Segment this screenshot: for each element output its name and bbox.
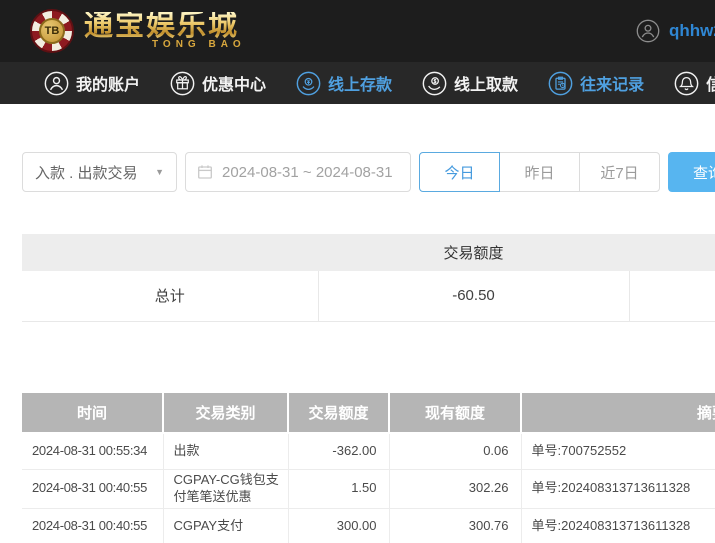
cell-type: CGPAY支付 [163, 508, 288, 543]
col-amount: 交易额度 [288, 393, 389, 433]
nav-label: 线上取款 [454, 71, 518, 95]
logo-title: 通宝娱乐城 [84, 12, 246, 41]
chip-tb-monogram: TB [39, 18, 65, 44]
nav-item-my-account[interactable]: 我的账户 [44, 71, 140, 96]
records-icon [548, 71, 573, 96]
deposit-icon [296, 71, 321, 96]
table-row: 2024-08-31 00:40:55 CGPAY支付 300.00 300.7… [22, 508, 715, 543]
date-range-input[interactable]: 2024-08-31 ~ 2024-08-31 [185, 152, 411, 192]
table-row: 2024-08-31 00:40:55 CGPAY-CG钱包支付笔笔送优惠 1.… [22, 470, 715, 509]
cell-time: 2024-08-31 00:55:34 [22, 433, 163, 470]
cell-summary: 单号:202408313713611328 [521, 508, 715, 543]
date-range-value: 2024-08-31 ~ 2024-08-31 [222, 164, 393, 181]
logo-subtitle: TONG BAO [152, 39, 246, 50]
cell-balance: 0.06 [389, 433, 521, 470]
site-logo[interactable]: TB 通宝娱乐城 TONG BAO [30, 9, 246, 53]
cell-summary: 单号:700752552 [521, 433, 715, 470]
nav-label: 我的账户 [76, 71, 140, 95]
gift-icon [170, 71, 195, 96]
cell-time: 2024-08-31 00:40:55 [22, 508, 163, 543]
top-header: TB 通宝娱乐城 TONG BAO qhhw2 [0, 0, 715, 62]
transactions-table: 时间 交易类别 交易额度 现有额度 摘要 2024-08-31 00:55:34… [22, 393, 715, 543]
nav-item-online-deposit[interactable]: 线上存款 [296, 71, 392, 96]
summary-total-value: -60.50 [318, 271, 629, 321]
col-summary: 摘要 [521, 393, 715, 433]
col-type: 交易类别 [163, 393, 288, 433]
chevron-down-icon: ▼ [155, 167, 164, 177]
summary-header-row: 交易额度 [22, 234, 715, 271]
nav-label: 线上存款 [328, 71, 392, 95]
cell-balance: 302.26 [389, 470, 521, 509]
quick-date-button-group: 今日 昨日 近7日 [419, 152, 660, 192]
summary-total-row: 总计 -60.50 [22, 271, 715, 321]
cell-amount: 300.00 [288, 508, 389, 543]
filter-bar: 入款 . 出款交易 ▼ 2024-08-31 ~ 2024-08-31 今日 昨… [22, 152, 715, 192]
nav-item-messages[interactable]: 信息 [674, 71, 715, 96]
summary-table: 交易额度 总计 -60.50 [22, 234, 715, 322]
cell-amount: 1.50 [288, 470, 389, 509]
bell-icon [674, 71, 699, 96]
summary-empty-cell [629, 271, 715, 321]
last7days-button[interactable]: 近7日 [579, 152, 660, 192]
search-button[interactable]: 查询 [668, 152, 715, 192]
table-row: 2024-08-31 00:55:34 出款 -362.00 0.06 单号:7… [22, 433, 715, 470]
transaction-type-select[interactable]: 入款 . 出款交易 ▼ [22, 152, 177, 192]
today-button[interactable]: 今日 [419, 152, 500, 192]
logo-text: 通宝娱乐城 TONG BAO [84, 12, 246, 50]
summary-header-empty [22, 234, 318, 271]
transaction-records-page: TB 通宝娱乐城 TONG BAO qhhw2 我的账户 优惠中心 [0, 0, 715, 543]
transactions-header-row: 时间 交易类别 交易额度 现有额度 摘要 [22, 393, 715, 433]
transaction-type-value: 入款 . 出款交易 [35, 162, 138, 183]
col-time: 时间 [22, 393, 163, 433]
col-balance: 现有额度 [389, 393, 521, 433]
poker-chip-logo-icon: TB [30, 9, 74, 53]
nav-item-promotions[interactable]: 优惠中心 [170, 71, 266, 96]
cell-type: CGPAY-CG钱包支付笔笔送优惠 [163, 470, 288, 509]
username: qhhw2 [669, 21, 715, 41]
content-area: 入款 . 出款交易 ▼ 2024-08-31 ~ 2024-08-31 今日 昨… [0, 152, 715, 543]
summary-header-amount: 交易额度 [318, 234, 629, 271]
summary-header-empty [629, 234, 715, 271]
main-nav: 我的账户 优惠中心 线上存款 线上取款 往来记录 [0, 62, 715, 104]
nav-label: 信息 [706, 71, 715, 95]
nav-label: 往来记录 [580, 71, 644, 95]
withdraw-icon [422, 71, 447, 96]
cell-time: 2024-08-31 00:40:55 [22, 470, 163, 509]
cell-amount: -362.00 [288, 433, 389, 470]
summary-total-label: 总计 [22, 271, 318, 321]
user-account-area[interactable]: qhhw2 [636, 19, 715, 43]
calendar-icon [197, 164, 213, 180]
yesterday-button[interactable]: 昨日 [499, 152, 580, 192]
user-icon [636, 19, 660, 43]
cell-balance: 300.76 [389, 508, 521, 543]
cell-type: 出款 [163, 433, 288, 470]
cell-summary: 单号:202408313713611328 [521, 470, 715, 509]
nav-item-online-withdraw[interactable]: 线上取款 [422, 71, 518, 96]
user-icon [44, 71, 69, 96]
nav-item-transaction-records[interactable]: 往来记录 [548, 71, 644, 96]
nav-label: 优惠中心 [202, 71, 266, 95]
